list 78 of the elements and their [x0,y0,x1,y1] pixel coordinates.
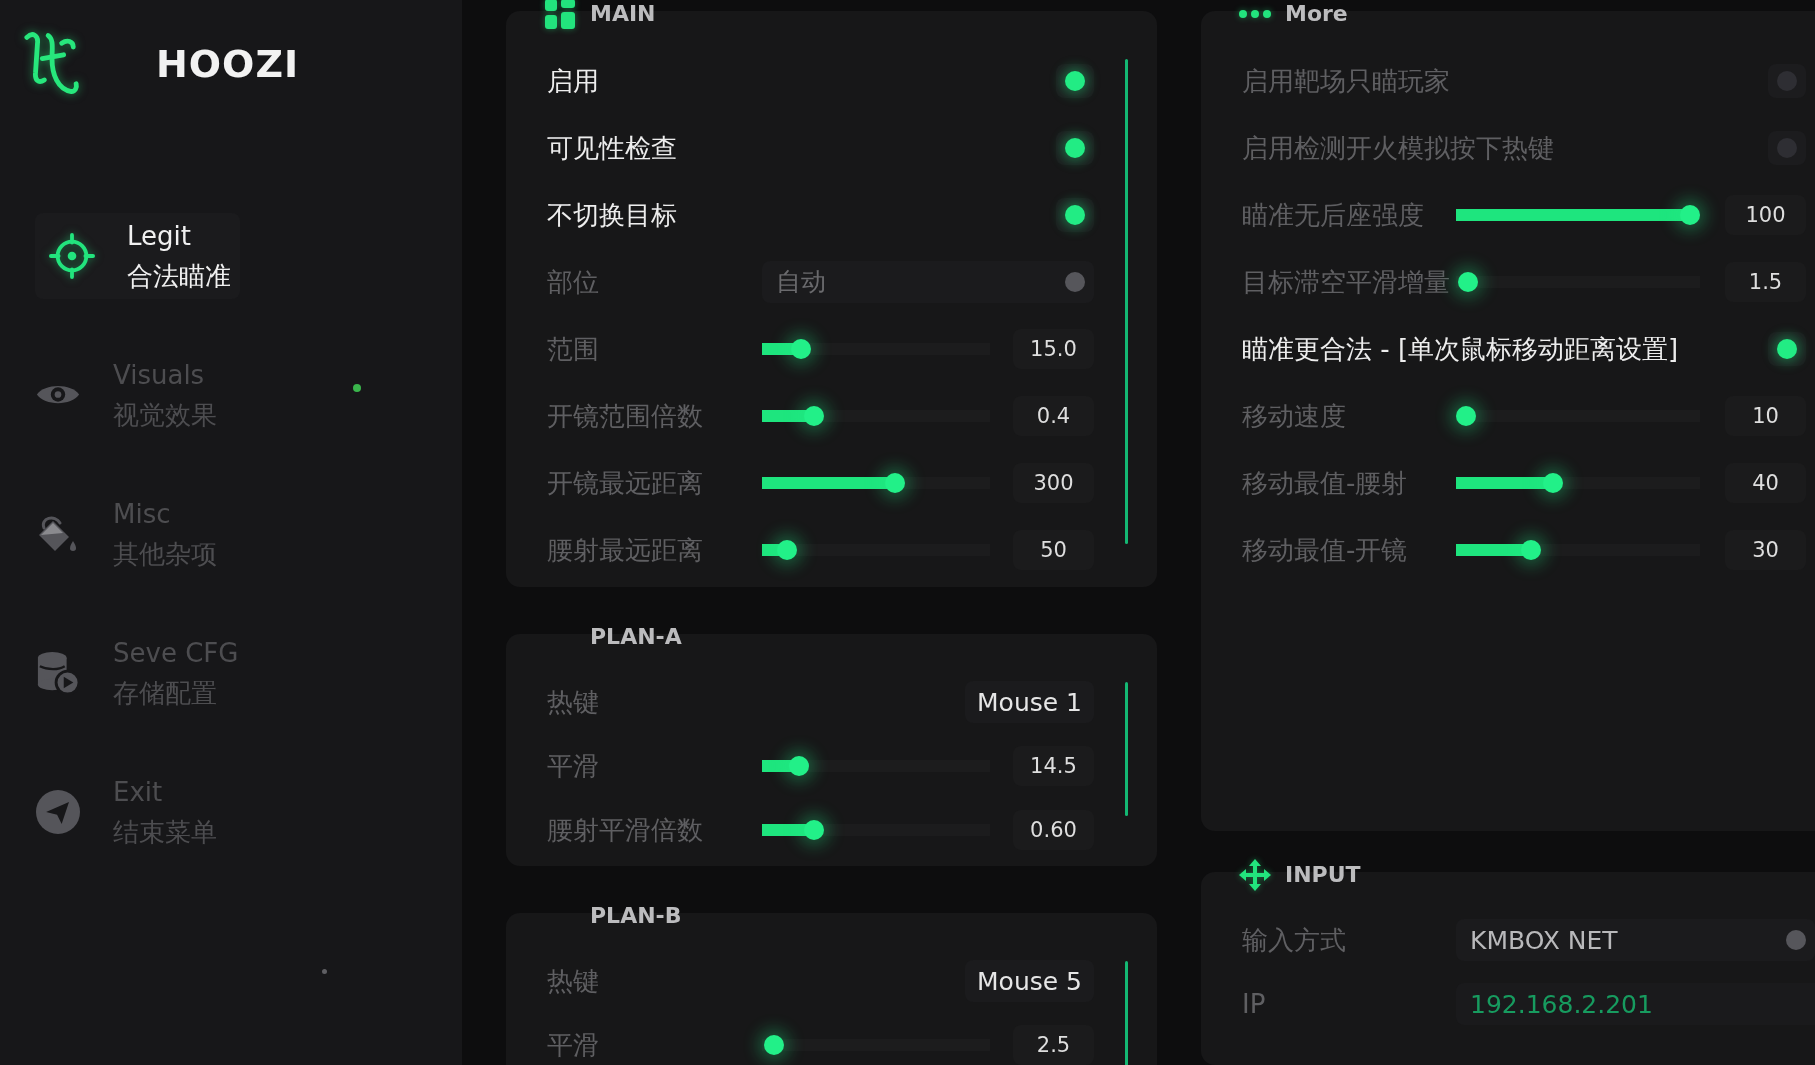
toggle-switch[interactable] [1768,331,1806,366]
panel-title: PLAN-B [590,904,682,928]
toggle-switch[interactable] [1056,63,1094,98]
setting-label: 移动速度 [1242,400,1347,431]
value-readout: 15.0 [1013,328,1094,369]
slider-thumb[interactable] [776,539,797,560]
value-readout: 300 [1013,462,1094,503]
dot-icon [322,969,327,974]
setting-label: 启用靶场只瞄玩家 [1242,65,1451,96]
slider-thumb[interactable] [1520,539,1541,560]
circle-icon [1786,930,1806,950]
setting-label: 输入方式 [1242,925,1347,955]
brand-name: HOOZI [156,41,300,86]
paper-plane-icon [36,789,80,834]
value-readout: 40 [1725,462,1806,503]
dropdown[interactable]: KMBOX NET [1456,919,1815,961]
value-readout: 50 [1013,529,1094,570]
slider-thumb[interactable] [1458,271,1479,292]
value-readout: 0.4 [1013,395,1094,436]
slider-thumb[interactable] [1543,472,1564,493]
setting-label: 平滑 [547,1030,600,1060]
nav-item[interactable]: Legit 合法瞄准 [35,212,240,299]
toggle-switch[interactable] [1056,130,1094,165]
value-readout: 14.5 [1013,746,1094,786]
scrollbar-thumb[interactable] [1125,961,1128,1065]
hotkey-button[interactable]: Mouse 5 [965,960,1094,1002]
setting-label: 开镜最远距离 [547,467,704,498]
setting-label: 范围 [547,333,600,364]
scrollbar-thumb[interactable] [1125,59,1128,544]
setting-label: 瞄准更合法 - [单次鼠标移动距离设置] [1242,333,1680,364]
panel-title: MAIN [590,2,656,26]
panel-title: INPUT [1285,863,1361,887]
text-field[interactable]: 192.168.2.201 [1456,983,1815,1025]
value-readout: 10 [1725,395,1806,436]
slider-thumb[interactable] [764,1035,785,1055]
eye-icon [35,383,81,406]
setting-label: 腰射最远距离 [547,534,704,565]
setting-label: 腰射平滑倍数 [547,815,704,845]
toggle-switch[interactable] [1768,63,1806,98]
value-readout: 0.60 [1013,810,1094,850]
value-readout: 100 [1725,194,1806,235]
database-play-icon [36,650,80,695]
setting-label: 开镜范围倍数 [547,400,704,431]
setting-label: 移动最值-开镜 [1242,534,1409,565]
move-arrows-icon [1239,859,1271,891]
setting-label: 不切换目标 [547,199,678,230]
circle-icon [1065,271,1085,292]
value-readout: 30 [1725,529,1806,570]
setting-label: 移动最值-腰射 [1242,467,1409,498]
panel-title: More [1285,2,1348,26]
crosshair-icon [49,232,95,279]
toggle-switch[interactable] [1056,197,1094,232]
hotkey-button[interactable]: Mouse 1 [965,681,1094,723]
value-readout: 1.5 [1725,261,1806,302]
setting-label: IP [1242,989,1267,1019]
grid-icon [545,0,575,29]
toggle-switch[interactable] [1768,130,1806,165]
slider-thumb[interactable] [803,405,824,426]
slider-thumb[interactable] [789,756,810,776]
setting-label: 热键 [547,966,600,996]
setting-label: 目标滞空平滑增量 [1242,266,1451,297]
slider-thumb[interactable] [884,472,905,493]
setting-label: 启用检测开火模拟按下热键 [1242,132,1555,163]
panel-title: PLAN-A [590,625,682,649]
value-readout: 2.5 [1013,1025,1094,1065]
scrollbar-thumb[interactable] [1125,682,1128,816]
more-dots-icon [1239,10,1271,18]
slider-thumb[interactable] [791,338,812,359]
slider-thumb[interactable] [1680,204,1700,225]
setting-label: 瞄准无后座强度 [1242,199,1425,230]
setting-label: 可见性检查 [547,132,678,163]
setting-label: 平滑 [547,751,600,781]
paint-bucket-icon [37,513,79,554]
setting-label: 热键 [547,687,600,717]
setting-label: 启用 [547,65,600,96]
slider-thumb[interactable] [803,820,824,840]
setting-label: 部位 [547,266,600,297]
slider-thumb[interactable] [1456,405,1476,426]
